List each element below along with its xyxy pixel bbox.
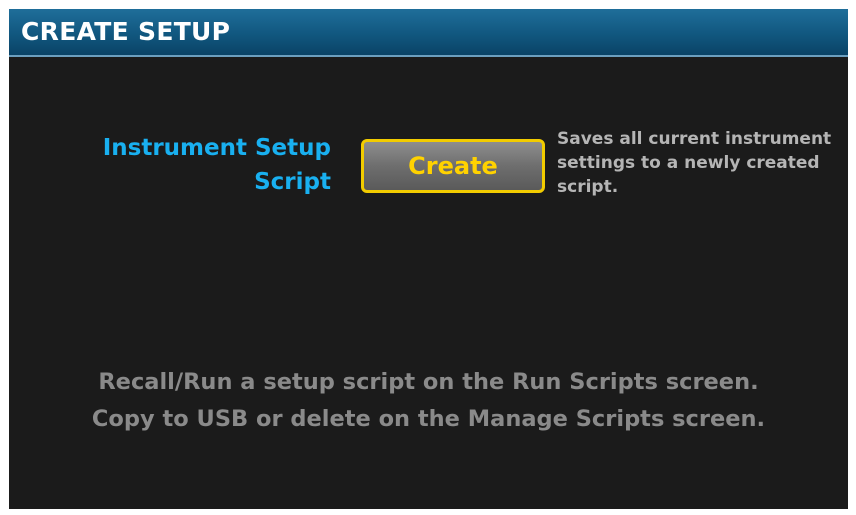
create-button[interactable]: Create	[361, 139, 545, 193]
footer-note-line-1: Recall/Run a setup script on the Run Scr…	[98, 369, 759, 395]
create-description: Saves all current instrument settings to…	[557, 127, 847, 199]
title-bar: CREATE SETUP	[9, 9, 848, 57]
description-line-3: script.	[557, 177, 619, 197]
create-setup-screen: CREATE SETUP Instrument Setup Script Cre…	[9, 9, 848, 509]
description-line-2: settings to a newly created	[557, 153, 820, 173]
footer-note: Recall/Run a setup script on the Run Scr…	[9, 364, 848, 438]
setup-label-line-1: Instrument Setup	[102, 135, 331, 161]
instrument-setup-script-label: Instrument Setup Script	[49, 131, 331, 199]
description-line-1: Saves all current instrument	[557, 129, 832, 149]
footer-note-line-2: Copy to USB or delete on the Manage Scri…	[91, 406, 766, 432]
create-button-label: Create	[408, 152, 498, 180]
setup-label-line-2: Script	[254, 169, 331, 195]
page-title: CREATE SETUP	[21, 17, 231, 46]
